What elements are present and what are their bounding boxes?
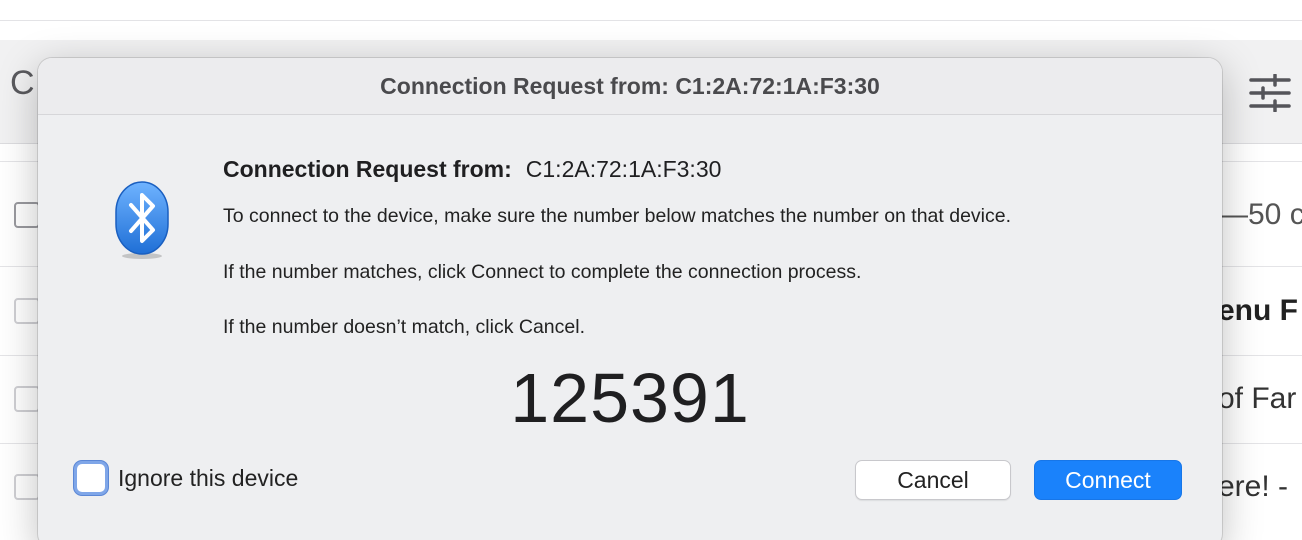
device-address: C1:2A:72:1A:F3:30 (525, 156, 722, 182)
dialog-title: Connection Request from: C1:2A:72:1A:F3:… (380, 72, 880, 99)
ignore-device-label[interactable]: Ignore this device (118, 465, 298, 492)
heading-label: Connection Request from: (223, 156, 512, 182)
background-row-checkbox[interactable] (14, 202, 40, 228)
connect-button[interactable]: Connect (1034, 460, 1182, 500)
match-instruction-text: If the number matches, click Connect to … (223, 261, 862, 283)
cancel-button[interactable]: Cancel (855, 460, 1011, 500)
background-row-checkbox[interactable] (14, 386, 40, 412)
filter-settings-icon[interactable] (1249, 74, 1291, 112)
ignore-device-option[interactable]: Ignore this device (74, 461, 298, 495)
background-row-checkbox[interactable] (14, 474, 40, 500)
dialog-titlebar: Connection Request from: C1:2A:72:1A:F3:… (38, 58, 1222, 115)
ignore-device-checkbox[interactable] (74, 461, 108, 495)
instruction-text: To connect to the device, make sure the … (223, 205, 1012, 227)
passkey-number: 125391 (510, 359, 750, 437)
background-row-checkbox[interactable] (14, 298, 40, 324)
mismatch-instruction-text: If the number doesn’t match, click Cance… (223, 316, 585, 338)
background-search-icon: C (10, 64, 35, 102)
background-row-text: ere! - (1218, 470, 1289, 503)
dialog-heading: Connection Request from: C1:2A:72:1A:F3:3… (223, 156, 721, 183)
background-row-text: of Far (1218, 382, 1297, 415)
background-row-text: enu F (1218, 294, 1298, 327)
background-top-divider (0, 20, 1302, 21)
bluetooth-icon (115, 181, 169, 259)
bluetooth-pairing-dialog: Connection Request from: C1:2A:72:1A:F3:… (38, 58, 1222, 540)
background-row-text: —50 c (1218, 198, 1302, 231)
